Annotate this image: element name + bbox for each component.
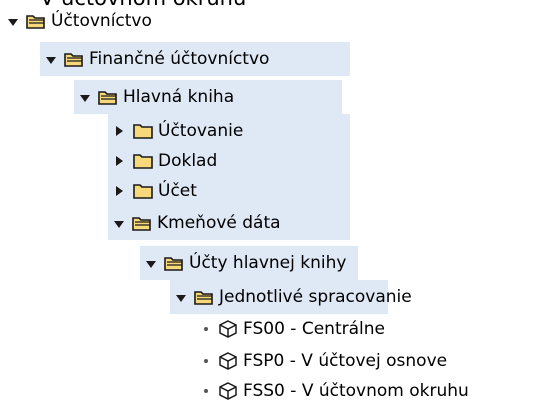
collapsed-triangle-icon[interactable]	[116, 126, 123, 136]
bullet-icon	[204, 389, 208, 393]
expanded-triangle-icon[interactable]	[80, 94, 90, 102]
folder-open-icon	[64, 51, 84, 67]
cube-icon	[218, 382, 238, 400]
folder-closed-icon	[133, 183, 153, 199]
tree-node-ucet[interactable]: Účet	[108, 174, 350, 208]
folder-closed-icon	[133, 123, 153, 139]
tree-node-uctovanie[interactable]: Účtovanie	[108, 114, 350, 148]
tree-node-label: Finančné účtovníctvo	[89, 48, 270, 69]
transaction-label: FSS0 - V účtovnom okruhu	[243, 380, 469, 401]
transaction-label: FSP0 - V účtovej osnove	[243, 350, 448, 371]
collapsed-triangle-icon[interactable]	[116, 156, 123, 166]
folder-open-icon	[132, 215, 152, 231]
transaction-fs00[interactable]: FS00 - Centrálne	[200, 312, 385, 346]
tree-node-financne-uctovnictvo[interactable]: Finančné účtovníctvo	[40, 42, 350, 76]
expanded-triangle-icon[interactable]	[46, 56, 56, 64]
tree-node-ucty-hlavnej-knihy[interactable]: Účty hlavnej knihy	[140, 246, 358, 280]
folder-open-icon	[98, 89, 118, 105]
tree-node-label: Jednotlivé spracovanie	[219, 286, 412, 307]
collapsed-triangle-icon[interactable]	[116, 186, 123, 196]
folder-open-icon	[164, 255, 184, 271]
transaction-fss0[interactable]: FSS0 - V účtovnom okruhu	[200, 374, 469, 408]
transaction-label: FS00 - Centrálne	[243, 318, 385, 339]
cube-icon	[218, 352, 238, 370]
expanded-triangle-icon[interactable]	[146, 260, 156, 268]
tree-node-doklad[interactable]: Doklad	[108, 144, 350, 178]
tree-node-label: Doklad	[158, 150, 218, 171]
tree-node-label: Účet	[158, 180, 197, 201]
expanded-triangle-icon[interactable]	[176, 294, 186, 302]
cube-icon	[218, 320, 238, 338]
tree-node-uctovnictvo[interactable]: Účtovníctvo	[8, 4, 152, 38]
tree-node-label: Účty hlavnej knihy	[189, 252, 347, 273]
tree-node-jednotlive-spracovanie[interactable]: Jednotlivé spracovanie	[170, 280, 412, 314]
tree-node-label: Kmeňové dáta	[157, 212, 281, 233]
expanded-triangle-icon[interactable]	[8, 18, 18, 26]
tree-node-hlavna-kniha[interactable]: Hlavná kniha	[74, 80, 342, 114]
transaction-fsp0[interactable]: FSP0 - V účtovej osnove	[200, 344, 447, 378]
expanded-triangle-icon[interactable]	[114, 220, 124, 228]
tree-node-label: Účtovníctvo	[51, 10, 152, 31]
folder-closed-icon	[133, 153, 153, 169]
folder-open-icon	[194, 289, 214, 305]
bullet-icon	[204, 359, 208, 363]
bullet-icon	[204, 327, 208, 331]
tree-node-label: Účtovanie	[158, 120, 244, 141]
tree-node-kmenove-data[interactable]: Kmeňové dáta	[108, 206, 350, 240]
tree-node-label: Hlavná kniha	[123, 86, 235, 107]
folder-open-icon	[26, 13, 46, 29]
